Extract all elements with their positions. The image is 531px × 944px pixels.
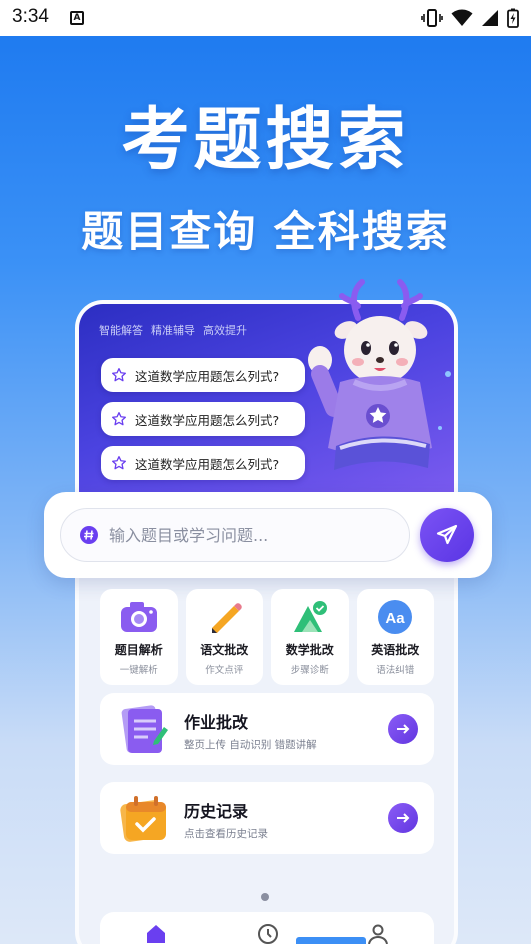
feature-desc: 作文点评 <box>205 665 244 676</box>
homework-icon <box>121 705 168 753</box>
feature-chinese-correction[interactable]: 语文批改 作文点评 <box>185 589 263 685</box>
page-indicator-dot <box>261 893 269 901</box>
feature-name: 英语批改 <box>371 643 420 657</box>
status-time: 3:34 <box>12 6 49 27</box>
card-title: 历史记录 <box>184 802 249 821</box>
svg-text:Aa: Aa <box>386 610 406 627</box>
feature-desc: 步骤诊断 <box>290 665 329 676</box>
status-icons <box>421 8 519 28</box>
feature-desc: 一键解析 <box>119 665 158 676</box>
nav-highlight <box>296 937 366 944</box>
question-suggestion[interactable]: 这道数学应用题怎么列式? <box>101 358 305 392</box>
feature-question-analysis[interactable]: 题目解析 一键解析 <box>100 589 178 685</box>
send-button[interactable] <box>420 508 474 562</box>
feature-name: 语文批改 <box>200 643 249 657</box>
feature-math-correction[interactable]: 数学批改 步骤诊断 <box>271 589 349 685</box>
signal-icon <box>482 10 498 26</box>
history-record-card[interactable]: 历史记录 点击查看历史记录 <box>100 782 434 854</box>
hashtag-bubble-icon <box>80 526 98 544</box>
hero-subtitle: 题目查询 全科搜索 <box>81 207 450 256</box>
tagline-item: 高效提升 <box>203 324 247 337</box>
hero-title: 考题搜索 <box>121 101 410 180</box>
profile-icon[interactable] <box>366 922 390 944</box>
a-notification-icon: A <box>70 11 84 25</box>
tagline-item: 智能解答 <box>99 324 143 337</box>
card-desc: 点击查看历史记录 <box>184 828 268 840</box>
home-icon[interactable] <box>144 922 168 944</box>
question-text: 这道数学应用题怎么列式? <box>135 368 280 384</box>
wifi-icon <box>451 9 473 26</box>
star-icon <box>112 412 126 426</box>
tagline-item: 精准辅导 <box>151 324 195 337</box>
battery-charging-icon <box>507 8 519 28</box>
search-card <box>44 492 492 578</box>
deer-mascot-icon <box>308 279 451 470</box>
feature-name: 题目解析 <box>114 643 163 657</box>
camera-icon <box>118 599 160 635</box>
arrow-right-icon[interactable] <box>388 803 418 833</box>
tagline: 智能解答 精准辅导 高效提升 <box>99 322 247 338</box>
feature-english-correction[interactable]: Aa 英语批改 语法纠错 <box>356 589 434 685</box>
feature-grid: 题目解析 一键解析 语文批改 作文点评 数学批改 步骤诊断 Aa 英语批改 语法… <box>100 589 434 685</box>
card-title: 作业批改 <box>184 713 249 732</box>
clock-icon[interactable] <box>256 922 280 944</box>
homework-correction-card[interactable]: 作业批改 整页上传 自动识别 错题讲解 <box>100 693 434 765</box>
question-suggestion[interactable]: 这道数学应用题怎么列式? <box>101 446 305 480</box>
feature-desc: 语法纠错 <box>376 665 415 676</box>
star-icon <box>112 368 126 382</box>
question-suggestion[interactable]: 这道数学应用题怎么列式? <box>101 402 305 436</box>
question-text: 这道数学应用题怎么列式? <box>135 456 280 472</box>
search-input[interactable] <box>109 525 389 545</box>
bottom-nav <box>100 912 434 944</box>
math-check-icon <box>289 599 331 635</box>
vibrate-icon <box>421 9 443 27</box>
calendar-check-icon <box>120 796 166 842</box>
star-icon <box>112 456 126 470</box>
card-desc: 整页上传 自动识别 错题讲解 <box>184 739 317 751</box>
pencil-icon <box>203 599 245 635</box>
question-text: 这道数学应用题怎么列式? <box>135 412 280 428</box>
send-icon <box>436 524 458 545</box>
feature-name: 数学批改 <box>285 643 334 657</box>
aa-letters-icon: Aa <box>374 599 416 635</box>
status-bar: 3:34 A <box>0 0 531 36</box>
search-field[interactable] <box>60 508 410 562</box>
arrow-right-icon[interactable] <box>388 714 418 744</box>
